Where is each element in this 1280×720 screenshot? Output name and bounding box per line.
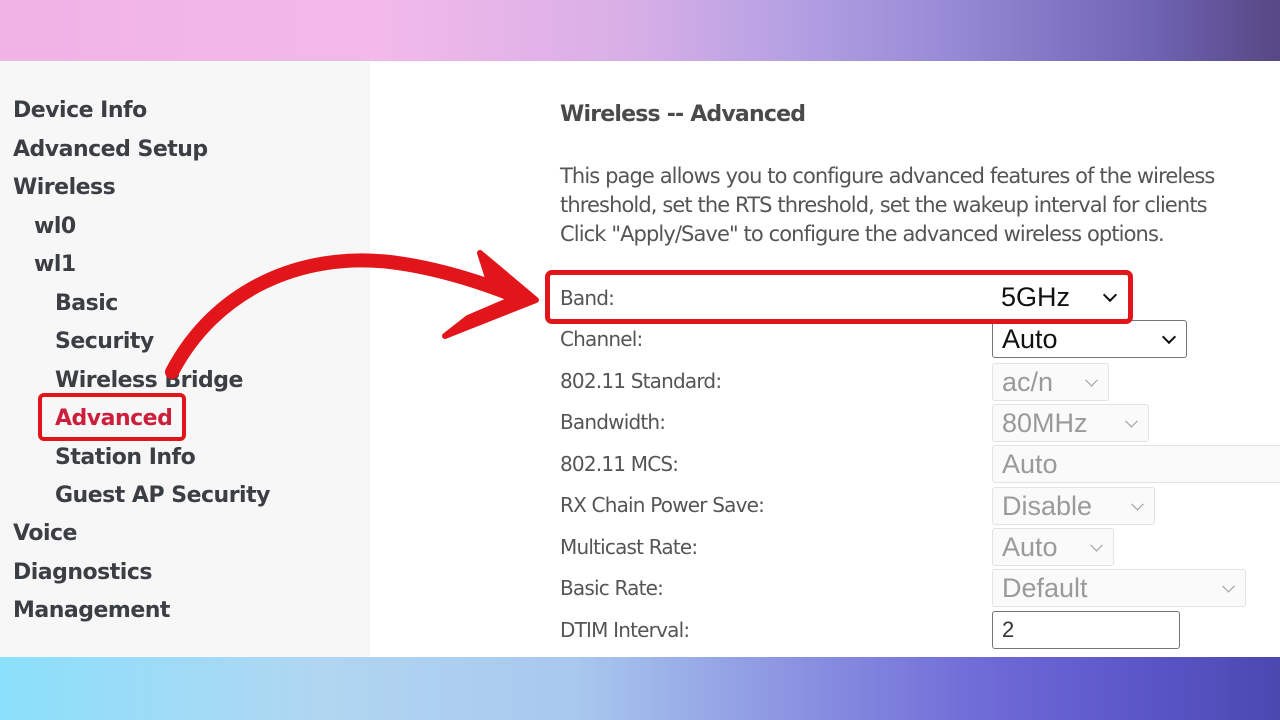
channel-select-value: Auto	[1002, 323, 1058, 354]
channel-select[interactable]: Auto	[992, 320, 1187, 358]
rx-chain-power-save-label: RX Chain Power Save:	[560, 493, 765, 517]
nav-voice[interactable]: Voice	[13, 521, 77, 546]
chevron-down-icon	[1161, 329, 1177, 345]
nav-diagnostics[interactable]: Diagnostics	[13, 560, 152, 585]
mcs-select[interactable]: Auto	[992, 445, 1280, 483]
description-line: This page allows you to configure advanc…	[560, 164, 1215, 188]
multicast-rate-select[interactable]: Auto	[992, 528, 1114, 566]
highlight-box-band-row	[545, 270, 1133, 324]
nav-basic[interactable]: Basic	[55, 291, 118, 316]
multicast-rate-label: Multicast Rate:	[560, 535, 698, 559]
bottom-gradient-banner	[0, 657, 1280, 720]
page-title: Wireless -- Advanced	[560, 102, 806, 127]
description-line: threshold, set the RTS threshold, set th…	[560, 193, 1208, 217]
bandwidth-select-value: 80MHz	[1002, 407, 1088, 438]
page-description: This page allows you to configure advanc…	[560, 162, 1280, 249]
top-gradient-banner	[0, 0, 1280, 61]
nav-management[interactable]: Management	[13, 598, 170, 623]
nav-device-info[interactable]: Device Info	[13, 98, 147, 123]
nav-advanced-setup[interactable]: Advanced Setup	[13, 137, 208, 162]
chevron-down-icon	[1090, 538, 1103, 552]
rx-chain-power-save-select[interactable]: Disable	[992, 487, 1155, 525]
main-content: Wireless -- Advanced This page allows yo…	[370, 62, 1280, 657]
description-line: Click "Apply/Save" to configure the adva…	[560, 222, 1165, 246]
basic-rate-value: Default	[1002, 572, 1088, 603]
rx-chain-power-save-value: Disable	[1002, 490, 1093, 521]
dtim-interval-label: DTIM Interval:	[560, 618, 690, 642]
standard-select-value: ac/n	[1002, 366, 1054, 397]
nav-wl1[interactable]: wl1	[34, 252, 76, 277]
chevron-down-icon	[1125, 414, 1138, 428]
nav-wireless[interactable]: Wireless	[13, 175, 116, 200]
dtim-interval-value: 2	[1002, 617, 1015, 642]
nav-guest-ap-security[interactable]: Guest AP Security	[55, 483, 270, 508]
bandwidth-label: Bandwidth:	[560, 410, 666, 434]
basic-rate-label: Basic Rate:	[560, 576, 664, 600]
multicast-rate-value: Auto	[1002, 531, 1058, 562]
mcs-select-value: Auto	[1002, 448, 1058, 479]
standard-select[interactable]: ac/n	[992, 363, 1109, 401]
bandwidth-select[interactable]: 80MHz	[992, 404, 1149, 442]
chevron-down-icon	[1131, 497, 1144, 511]
nav-wl0[interactable]: wl0	[34, 214, 76, 239]
standard-label: 802.11 Standard:	[560, 369, 722, 393]
chevron-down-icon	[1085, 373, 1098, 387]
chevron-down-icon	[1222, 579, 1235, 593]
highlight-box-advanced-nav	[38, 393, 186, 441]
basic-rate-select[interactable]: Default	[992, 569, 1246, 607]
dtim-interval-input[interactable]: 2	[992, 611, 1180, 649]
nav-security[interactable]: Security	[55, 329, 154, 354]
mcs-label: 802.11 MCS:	[560, 452, 679, 476]
channel-label: Channel:	[560, 327, 643, 351]
nav-wireless-bridge[interactable]: Wireless Bridge	[55, 368, 243, 393]
nav-station-info[interactable]: Station Info	[55, 445, 196, 470]
